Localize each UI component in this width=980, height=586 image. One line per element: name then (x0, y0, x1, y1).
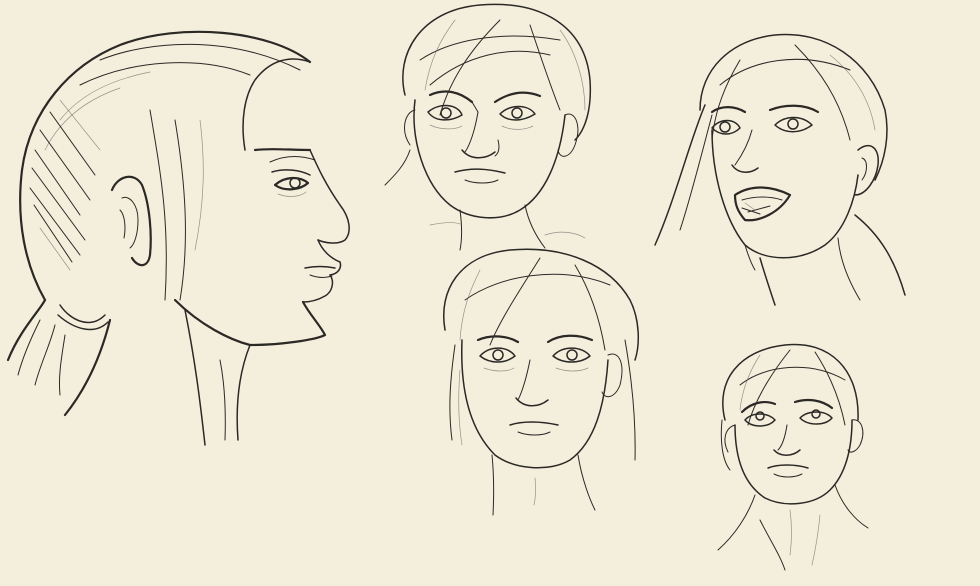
sketch-canvas (0, 0, 980, 586)
sketch-sheet (0, 0, 980, 586)
paper-background (0, 0, 980, 586)
